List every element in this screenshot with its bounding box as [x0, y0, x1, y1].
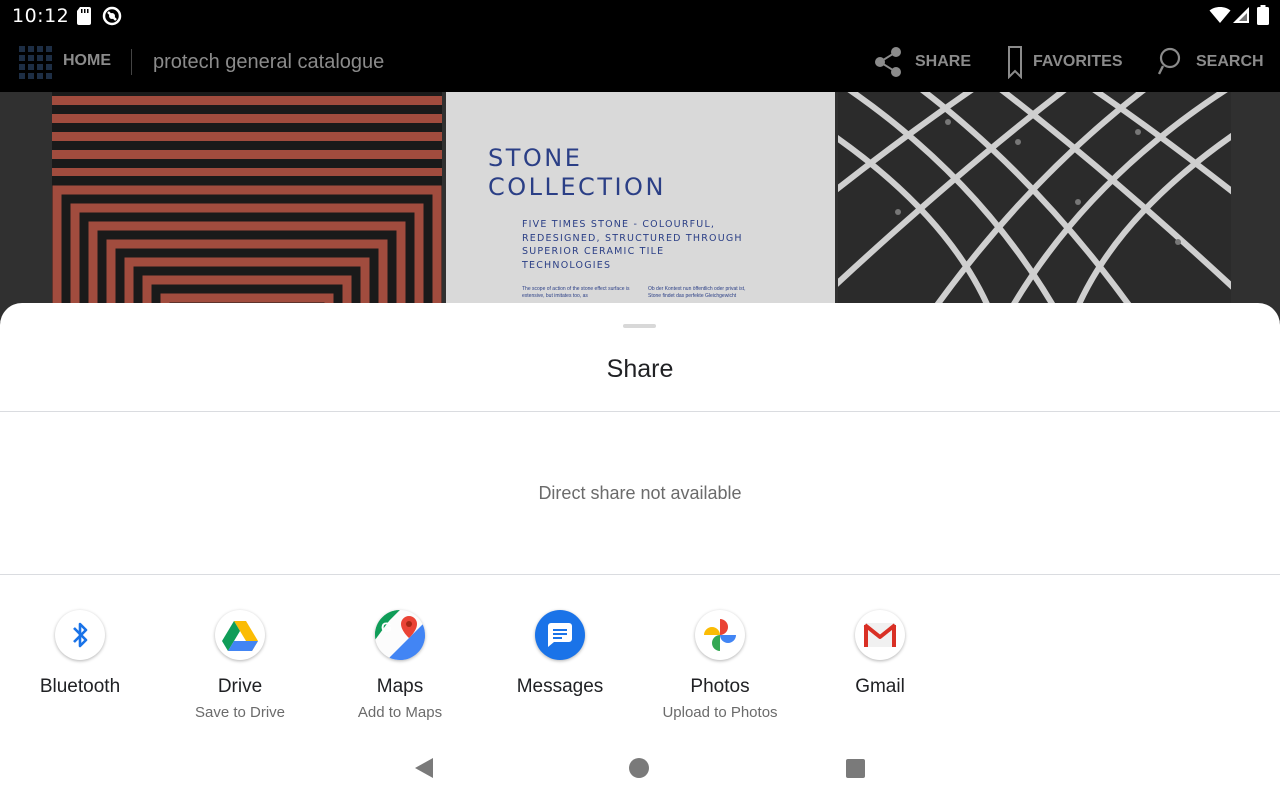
stone-body-text-en: The scope of action of the stone effect … [522, 286, 630, 299]
stone-collection-subtitle: FIVE TIMES STONE - COLOURFUL, REDESIGNED… [522, 219, 743, 271]
share-target-sublabel: Save to Drive [194, 704, 286, 721]
bluetooth-icon [55, 610, 105, 660]
google-photos-icon [695, 610, 745, 660]
favorites-label: FAVORITES [1033, 53, 1123, 70]
search-label: SEARCH [1196, 53, 1264, 70]
catalogue-page-stripes [52, 92, 442, 322]
share-target-maps[interactable]: G Maps Add to Maps [320, 608, 480, 728]
sheet-drag-handle[interactable] [623, 324, 656, 328]
sd-card-icon [76, 7, 92, 30]
catalogue-preview: STONE COLLECTION FIVE TIMES STONE - COLO… [0, 92, 1280, 322]
share-button[interactable]: SHARE [871, 44, 971, 80]
share-target-messages[interactable]: Messages [480, 608, 640, 728]
google-drive-icon [215, 610, 265, 660]
messages-icon [535, 610, 585, 660]
share-targets: Bluetooth Drive Save to Drive G Maps Add… [0, 608, 1280, 728]
document-title: protech general catalogue [153, 51, 385, 73]
stone-collection-title: STONE COLLECTION [488, 144, 666, 201]
share-target-label: Gmail [855, 676, 905, 697]
data-saver-icon [102, 6, 122, 31]
gmail-icon [855, 610, 905, 660]
toolbar-divider [131, 49, 132, 75]
share-target-sublabel: Upload to Photos [662, 704, 778, 721]
catalogue-page-architecture-photo [838, 92, 1231, 322]
nav-back-button[interactable] [414, 757, 434, 779]
share-target-gmail[interactable]: Gmail [800, 608, 960, 728]
share-target-sublabel: Add to Maps [357, 704, 443, 721]
share-target-label: Maps [376, 676, 424, 697]
share-target-drive[interactable]: Drive Save to Drive [160, 608, 320, 728]
home-button[interactable]: HOME [63, 52, 111, 70]
favorites-button[interactable]: FAVORITES [1007, 44, 1123, 80]
search-button[interactable]: SEARCH [1158, 44, 1264, 80]
share-target-label: Photos [690, 676, 750, 697]
search-icon [1158, 47, 1181, 75]
share-target-label: Bluetooth [39, 676, 121, 697]
share-sheet-title: Share [606, 355, 674, 383]
share-sheet: Share Direct share not available Bluetoo… [0, 303, 1280, 800]
share-target-label: Messages [516, 676, 604, 697]
share-icon [875, 47, 901, 77]
direct-share-message: Direct share not available [538, 483, 742, 503]
sheet-divider-top [0, 411, 1280, 412]
share-label: SHARE [915, 53, 972, 70]
nav-recents-button[interactable] [846, 759, 865, 778]
status-time: 10:12 [12, 5, 70, 27]
bookmark-icon [1008, 46, 1022, 79]
status-bar: 10:12 [0, 0, 1280, 32]
catalogue-page-stone-collection: STONE COLLECTION FIVE TIMES STONE - COLO… [446, 92, 835, 322]
stone-body-text-de: Ob der Kontext nun öffentlich oder priva… [648, 286, 746, 299]
share-target-bluetooth[interactable]: Bluetooth [0, 608, 160, 728]
app-toolbar: HOME protech general catalogue SHARE FAV… [0, 32, 1280, 92]
share-target-label: Drive [217, 676, 263, 697]
svg-text:G: G [381, 619, 392, 635]
google-maps-icon: G [375, 610, 425, 660]
battery-icon [1257, 5, 1269, 30]
wifi-icon [1209, 6, 1231, 29]
share-target-photos[interactable]: Photos Upload to Photos [640, 608, 800, 728]
nav-home-button[interactable] [629, 758, 649, 778]
sheet-divider-bottom [0, 574, 1280, 575]
cell-signal-icon [1233, 6, 1250, 29]
apps-grid-icon[interactable] [19, 46, 52, 79]
